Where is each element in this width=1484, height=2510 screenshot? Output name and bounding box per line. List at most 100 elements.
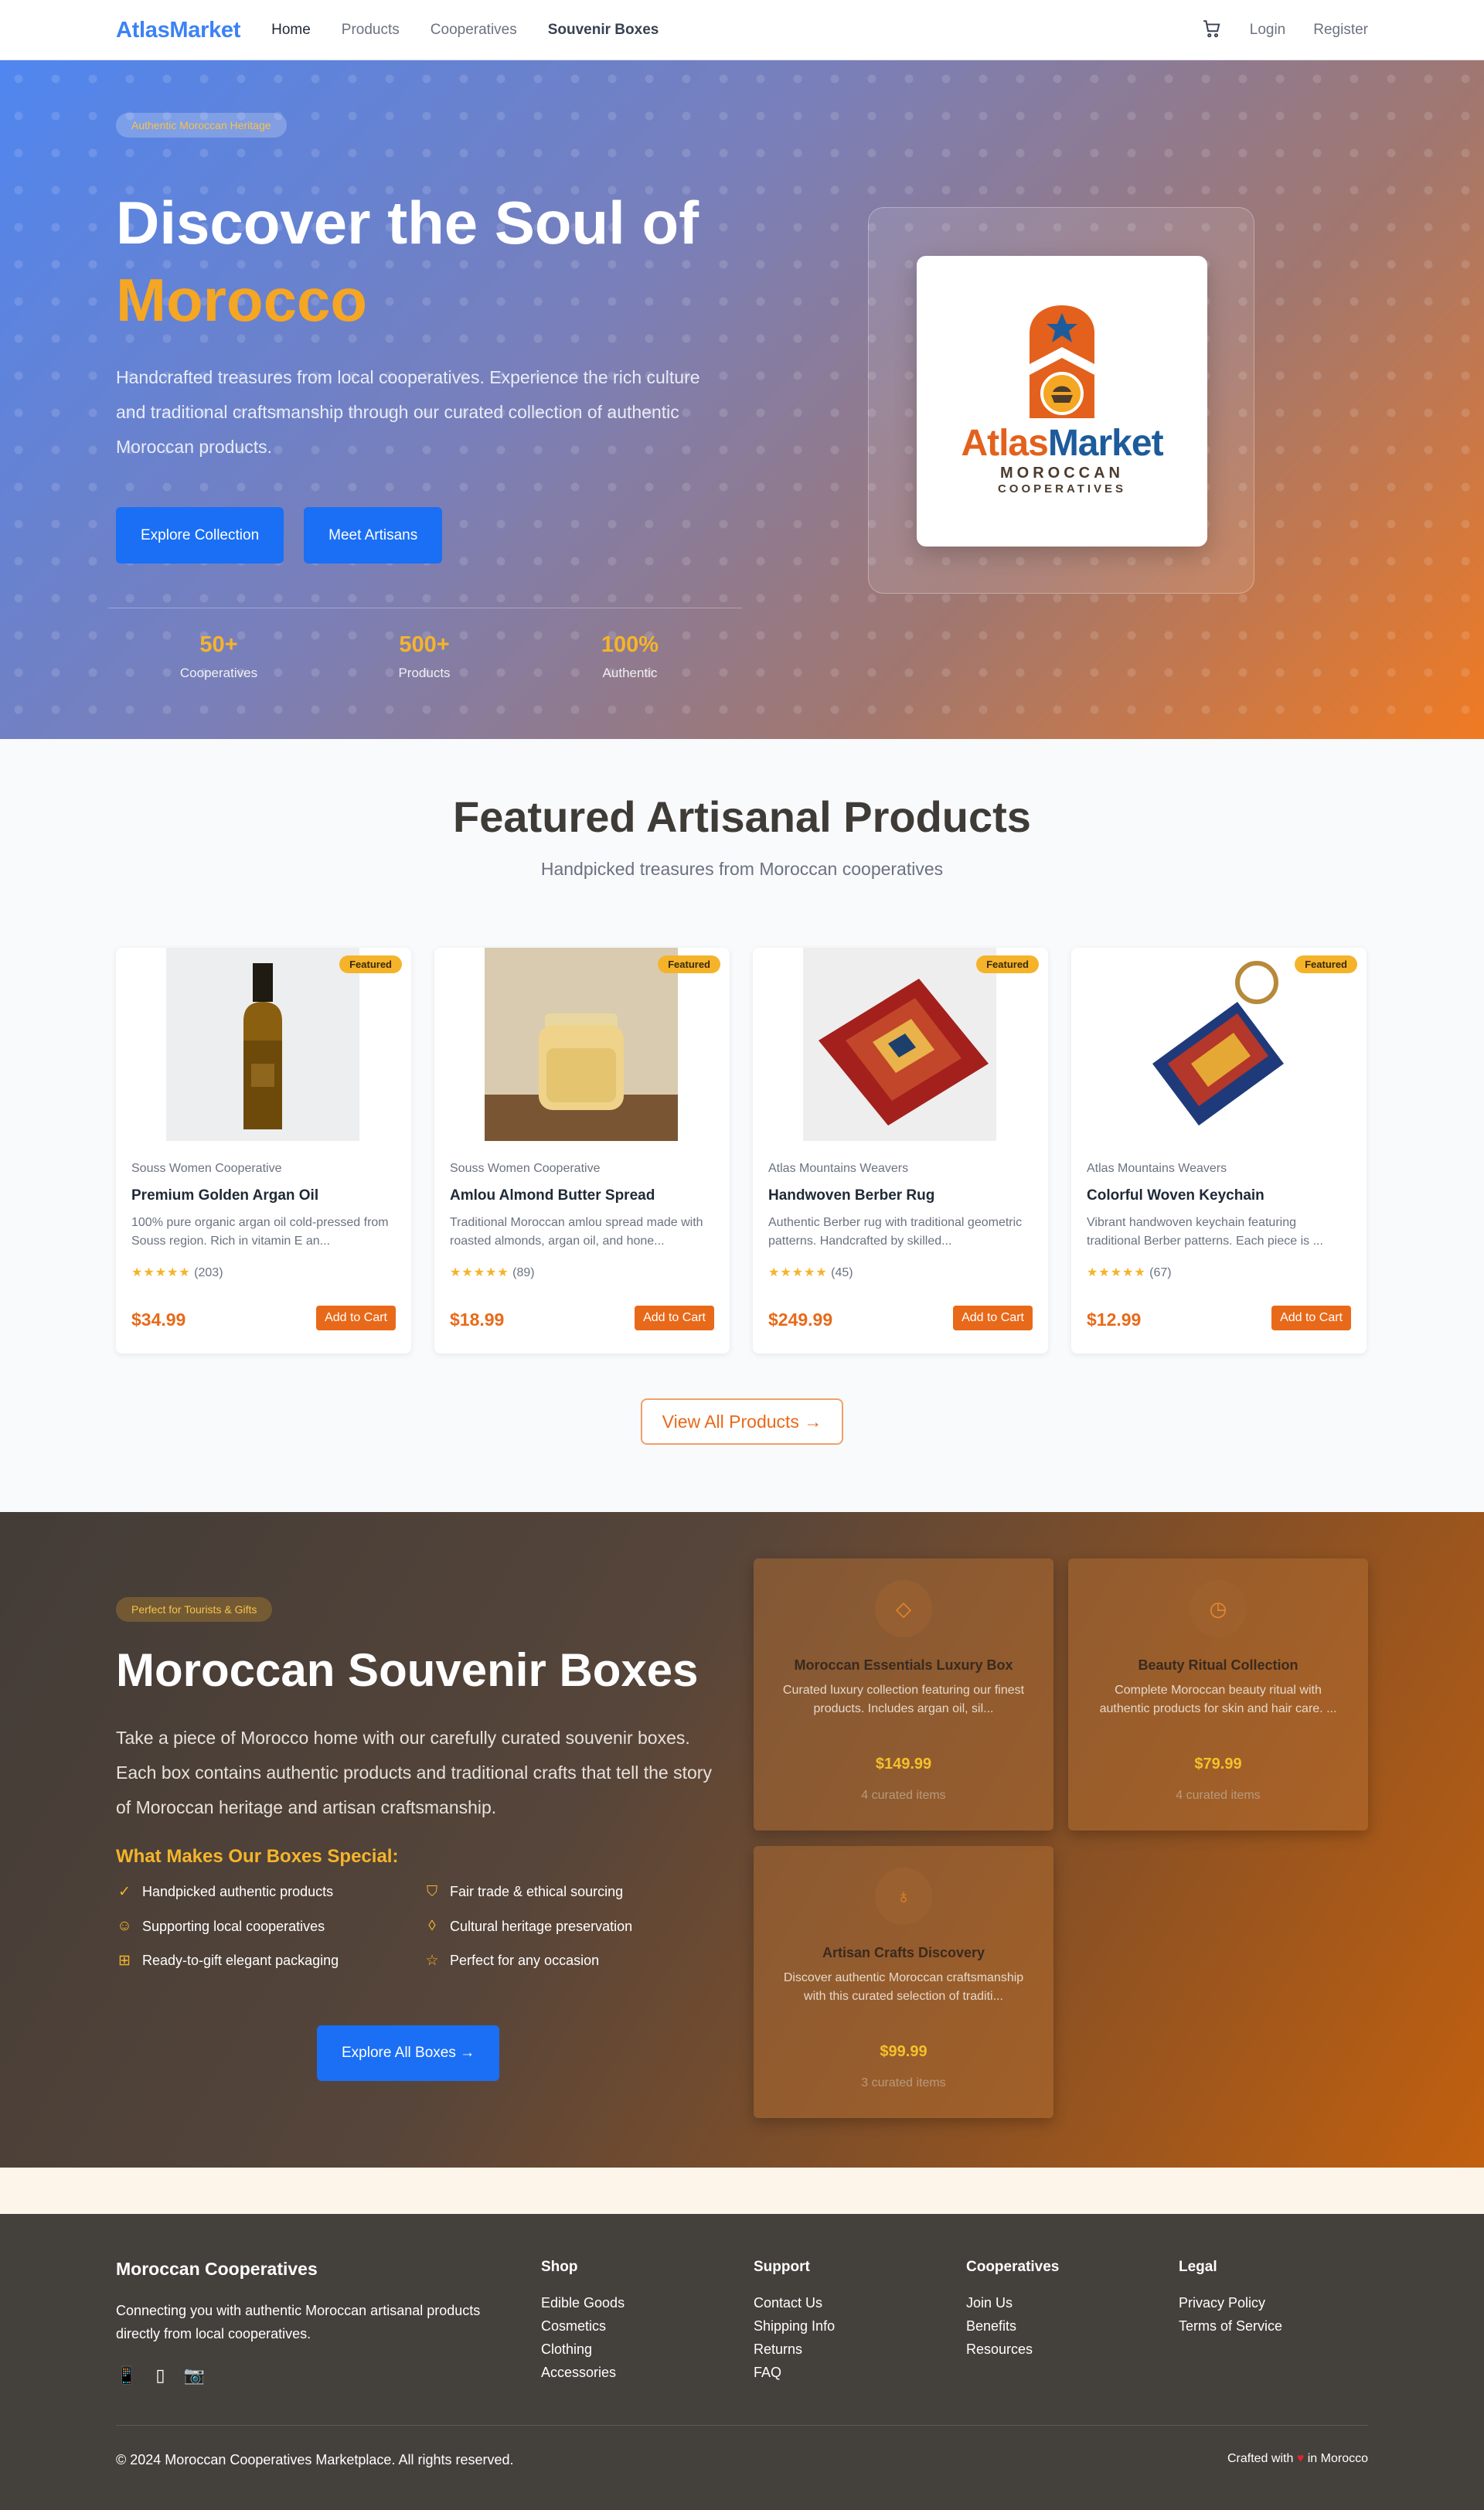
product-card[interactable]: Featured Atlas Mountains Weavers Colorfu… (1071, 948, 1367, 1354)
product-rating: ★★★★★ (67) (1087, 1265, 1172, 1280)
box-price: $99.99 (880, 2043, 928, 2060)
review-count: (203) (194, 1266, 223, 1279)
explore-all-boxes-button[interactable]: Explore All Boxes → (317, 2025, 500, 2081)
footer-link[interactable]: Returns (754, 2338, 835, 2361)
woven-keychain-image (1122, 948, 1315, 1141)
product-name[interactable]: Handwoven Berber Rug (768, 1187, 934, 1204)
meet-artisans-button[interactable]: Meet Artisans (304, 507, 443, 564)
feature-item: ☆ Perfect for any occasion (424, 1952, 671, 1970)
add-to-cart-button[interactable]: Add to Cart (953, 1306, 1033, 1330)
footer-col-support: Support Contact Us Shipping Info Returns FA… (754, 2259, 835, 2384)
product-price: $12.99 (1087, 1309, 1142, 1330)
footer-link[interactable]: Terms of Service (1179, 2314, 1282, 2338)
login-link[interactable]: Login (1250, 22, 1286, 39)
product-name[interactable]: Premium Golden Argan Oil (131, 1187, 318, 1204)
footer-link[interactable]: FAQ (754, 2361, 835, 2384)
footer-link[interactable]: Clothing (541, 2338, 625, 2361)
hero-title-line1: Discover the Soul of (116, 189, 699, 257)
product-description: Authentic Berber rug with traditional ge… (768, 1216, 1023, 1248)
product-price: $34.99 (131, 1309, 186, 1330)
footer-col-title: Shop (541, 2259, 578, 2275)
hero-section: Authentic Moroccan Heritage Discover the… (0, 60, 1484, 739)
hero-badge: Authentic Moroccan Heritage (116, 113, 287, 138)
souvenir-box-card[interactable]: ◇ Moroccan Essentials Luxury Box Curated… (754, 1558, 1053, 1831)
nav-products[interactable]: Products (342, 22, 400, 39)
nav-souvenir-boxes[interactable]: Souvenir Boxes (548, 22, 659, 39)
footer-col-title: Support (754, 2259, 810, 2275)
check-icon: ✓ (118, 1884, 131, 1900)
diamond-icon: ◇ (875, 1580, 932, 1637)
hero-title-highlight: Morocco (116, 266, 368, 334)
add-to-cart-button[interactable]: Add to Cart (316, 1306, 396, 1330)
stat-products: 500+ Products (322, 632, 527, 681)
footer-link[interactable]: Cosmetics (541, 2314, 625, 2338)
feature-item: ☺ Supporting local cooperatives (116, 1918, 424, 1935)
footer-link[interactable]: Edible Goods (541, 2291, 625, 2314)
moroccan-arch-lantern-icon (1030, 305, 1094, 418)
product-price: $18.99 (450, 1309, 505, 1330)
tablet-icon[interactable]: ▯ (155, 2365, 165, 2386)
nav-cooperatives[interactable]: Cooperatives (431, 22, 517, 39)
footer: Moroccan Cooperatives Connecting you wit… (0, 2214, 1484, 2510)
brand-logo[interactable]: AtlasMarket (116, 18, 240, 43)
logo-wordmark: AtlasMarket (917, 422, 1207, 465)
berber-rug-image (803, 948, 996, 1141)
social-icons: 📱 ▯ 📷 (116, 2365, 205, 2386)
clock-icon: ◷ (1190, 1580, 1247, 1637)
register-link[interactable]: Register (1313, 22, 1368, 39)
crafted-note: Crafted with ♥ in Morocco (1227, 2452, 1368, 2466)
footer-link[interactable]: Benefits (966, 2314, 1059, 2338)
feature-label: Fair trade & ethical sourcing (450, 1884, 624, 1899)
footer-link[interactable]: Accessories (541, 2361, 625, 2384)
review-count: (45) (831, 1266, 853, 1279)
souvenir-box-card[interactable]: ♁ Artisan Crafts Discovery Discover auth… (754, 1846, 1053, 2118)
cart-icon[interactable] (1202, 19, 1222, 43)
product-card[interactable]: Featured Atlas Mountains Weavers Handwov… (753, 948, 1048, 1354)
featured-badge: Featured (339, 955, 402, 973)
footer-col-cooperatives: Cooperatives Join Us Benefits Resources (966, 2259, 1059, 2361)
product-card[interactable]: Featured Souss Women Cooperative Premium… (116, 948, 411, 1354)
users-icon: ☺ (117, 1918, 132, 1934)
stat-label: Authentic (602, 666, 658, 680)
view-all-products-button[interactable]: View All Products → (641, 1398, 843, 1445)
product-description: Traditional Moroccan amlou spread made w… (450, 1216, 703, 1248)
feature-label: Ready-to-gift elegant packaging (142, 1953, 339, 1968)
nav-home[interactable]: Home (271, 22, 311, 39)
stat-value: 500+ (399, 632, 450, 657)
footer-link[interactable]: Shipping Info (754, 2314, 835, 2338)
camera-icon[interactable]: 📷 (184, 2365, 205, 2386)
amlou-jar-image (485, 948, 678, 1141)
feature-label: Cultural heritage preservation (450, 1918, 633, 1934)
product-name[interactable]: Amlou Almond Butter Spread (450, 1187, 655, 1204)
box-title: Moroccan Essentials Luxury Box (794, 1657, 1013, 1673)
footer-link[interactable]: Contact Us (754, 2291, 835, 2314)
footer-link[interactable]: Resources (966, 2338, 1059, 2361)
cooperative-name: Souss Women Cooperative (450, 1162, 601, 1175)
add-to-cart-button[interactable]: Add to Cart (635, 1306, 714, 1330)
feature-item: ⊞ Ready-to-gift elegant packaging (116, 1952, 424, 1970)
feature-item: ✓ Handpicked authentic products (116, 1883, 424, 1901)
crafted-text: Crafted with (1227, 2452, 1294, 2465)
drop-icon: ◊ (428, 1918, 436, 1934)
souvenir-box-grid: ◇ Moroccan Essentials Luxury Box Curated… (754, 1558, 1368, 2123)
product-card[interactable]: Featured Souss Women Cooperative Amlou A… (434, 948, 730, 1354)
special-heading: What Makes Our Boxes Special: (116, 1846, 399, 1867)
star-icons: ★★★★★ (768, 1266, 828, 1279)
footer-col-title: Cooperatives (966, 2259, 1060, 2275)
featured-products-section: Featured Artisanal Products Handpicked t… (0, 739, 1484, 1512)
product-description: 100% pure organic argan oil cold-pressed… (131, 1216, 389, 1248)
shield-icon: ⛉ (426, 1883, 438, 1900)
product-name[interactable]: Colorful Woven Keychain (1087, 1187, 1264, 1204)
footer-link[interactable]: Join Us (966, 2291, 1059, 2314)
heart-icon: ♥ (1296, 2452, 1305, 2465)
add-to-cart-button[interactable]: Add to Cart (1271, 1306, 1351, 1330)
hero-title: Discover the Soul of Morocco (116, 184, 699, 339)
footer-link[interactable]: Privacy Policy (1179, 2291, 1282, 2314)
top-navbar: AtlasMarket Home Products Cooperatives S… (0, 0, 1484, 60)
star-icons: ★★★★★ (131, 1266, 191, 1279)
souvenir-box-card[interactable]: ◷ Beauty Ritual Collection Complete Moro… (1068, 1558, 1368, 1831)
box-title: Artisan Crafts Discovery (822, 1945, 985, 1960)
phone-icon[interactable]: 📱 (116, 2365, 137, 2386)
star-icons: ★★★★★ (1087, 1266, 1146, 1279)
explore-collection-button[interactable]: Explore Collection (116, 507, 284, 564)
